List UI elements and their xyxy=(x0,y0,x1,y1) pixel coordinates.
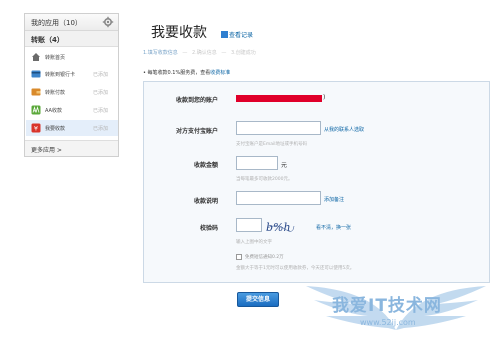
fee-notice: • 每笔收款0.1%服务费，查看收费标准 xyxy=(143,69,230,76)
sms-notify-label: 免费短信通知0.2万 xyxy=(245,255,284,260)
watermark-text: 我爱IT技术网 xyxy=(332,296,442,316)
view-records-link[interactable]: 查看记录 xyxy=(221,30,253,39)
sidebar-item-aa-collect[interactable]: AA收款 已添加 xyxy=(26,102,118,118)
sidebar-group-transfer[interactable]: 转账（4） xyxy=(25,31,118,47)
account-label: 收款到您的账户 xyxy=(175,97,218,104)
sidebar-item-status: 已添加 xyxy=(93,126,109,132)
gear-icon[interactable] xyxy=(102,16,114,28)
redacted-account xyxy=(236,95,322,102)
description-input[interactable] xyxy=(236,191,321,205)
sidebar-item-label: 我要收款 xyxy=(45,126,66,132)
sidebar-group-label: 转账（4） xyxy=(31,36,64,44)
amount-label: 收款金额 xyxy=(193,162,218,169)
sidebar-item-label: 转账到银行卡 xyxy=(45,72,76,78)
sidebar-item-label: 转账首页 xyxy=(45,55,66,61)
sidebar-header: 我的应用（10） xyxy=(25,14,118,31)
watermark-url: www.52ij.com xyxy=(360,318,416,327)
step-2: 2.确认信息 xyxy=(191,50,217,56)
sidebar-item-label: AA收款 xyxy=(45,108,62,114)
collect-money-icon: ¥ xyxy=(31,123,41,133)
refresh-captcha-link[interactable]: 看不清，换一张 xyxy=(316,224,351,231)
sidebar-item-label: 转账付款 xyxy=(45,90,66,96)
records-icon xyxy=(221,31,228,38)
aa-icon xyxy=(31,105,41,115)
svg-text:¥: ¥ xyxy=(34,125,38,133)
payer-account-input[interactable] xyxy=(236,121,321,135)
submit-button[interactable]: 提交信息 xyxy=(237,292,279,307)
description-label: 收款说明 xyxy=(193,198,218,205)
wallet-icon xyxy=(31,88,41,96)
sidebar-title: 我的应用（10） xyxy=(31,19,82,27)
captcha-input[interactable] xyxy=(236,218,262,232)
account-suffix: ) xyxy=(323,94,326,101)
payer-label: 对方支付宝账户 xyxy=(175,128,218,135)
amount-hint: 当每笔最多可收款2000元。 xyxy=(236,177,293,182)
sidebar-item-collect-money[interactable]: ¥ 我要收款 已添加 xyxy=(26,120,118,136)
sidebar-item-transfer-home[interactable]: 转账首页 xyxy=(26,49,118,65)
sidebar-more-apps[interactable]: 更多应用 > xyxy=(25,140,118,156)
captcha-label: 校验码 xyxy=(199,225,218,232)
sidebar-item-status: 已添加 xyxy=(93,72,109,78)
progress-steps: 1.填写收款信息 — 2.确认信息 — 3.创建成功 xyxy=(143,50,256,56)
sidebar-item-transfer-pay[interactable]: 转账付款 已添加 xyxy=(26,84,118,100)
sidebar-item-transfer-to-bank[interactable]: 转账到银行卡 已添加 xyxy=(26,66,118,82)
captcha-image[interactable]: b%h xyxy=(265,219,295,235)
captcha-text: b%h xyxy=(266,221,291,234)
add-note-link[interactable]: 添加备注 xyxy=(324,196,344,203)
page-title: 我要收款 xyxy=(151,25,207,41)
captcha-hint: 输入上图中的文字 xyxy=(236,240,272,245)
payer-hint: 支付宝账户是Email地址或手机号码 xyxy=(236,142,307,147)
sidebar-more-label: 更多应用 > xyxy=(31,147,62,154)
amount-input[interactable] xyxy=(236,156,278,170)
collect-form-panel xyxy=(143,81,490,283)
fee-text: • 每笔收款0.1%服务费，查看 xyxy=(143,70,211,76)
amount-unit: 元 xyxy=(281,162,288,169)
app-sidebar: 我的应用（10） 转账（4） 转账首页 转账到银行卡 已添加 转账付款 已添加 … xyxy=(24,13,119,157)
home-icon xyxy=(32,53,40,61)
step-1: 1.填写收款信息 xyxy=(143,50,178,56)
view-records-label: 查看记录 xyxy=(229,32,254,39)
sidebar-item-status: 已添加 xyxy=(93,90,109,96)
step-3: 3.创建成功 xyxy=(230,50,256,56)
select-contact-link[interactable]: 从我的联系人选取 xyxy=(324,126,364,133)
fee-standard-link[interactable]: 收费标准 xyxy=(210,70,230,76)
notify-hint: 金额大于等于1元时可以使用收款券，今天还可以使用5次。 xyxy=(236,266,355,271)
sidebar-item-status: 已添加 xyxy=(93,108,109,114)
sms-notify-checkbox[interactable] xyxy=(236,254,242,260)
bank-card-icon xyxy=(31,70,41,78)
